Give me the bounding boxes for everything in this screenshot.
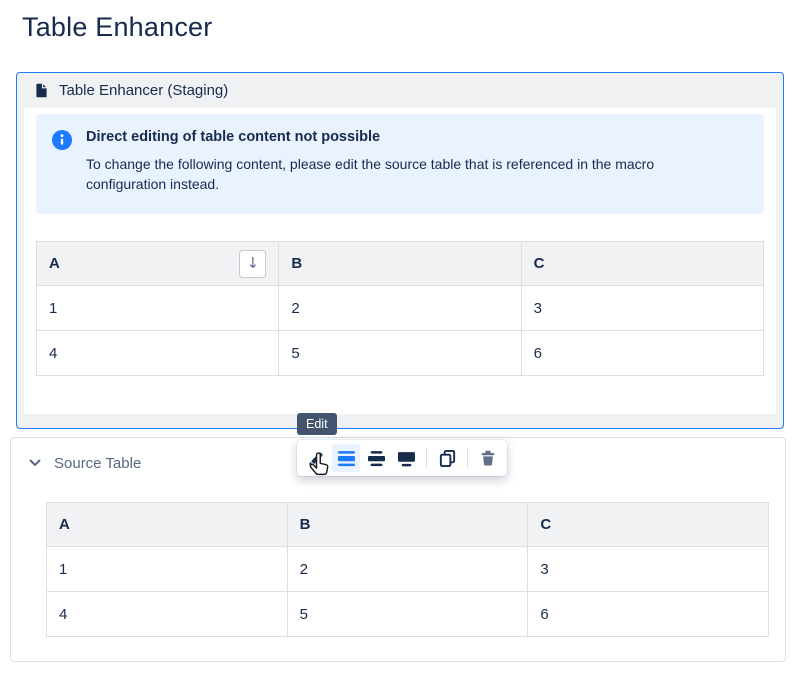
layout-full-width-button[interactable] <box>392 444 420 472</box>
staging-column-header-a: A ↓ <box>37 242 279 286</box>
staging-column-header-b: B <box>279 242 521 286</box>
delete-button[interactable] <box>474 444 502 472</box>
document-icon <box>33 82 50 99</box>
source-column-header-c[interactable]: C <box>528 503 769 547</box>
edit-tooltip: Edit <box>297 413 337 435</box>
staging-table-row: 1 2 3 <box>37 286 764 331</box>
staging-panel-title: Table Enhancer (Staging) <box>59 82 228 99</box>
toolbar-divider <box>426 448 427 468</box>
source-section-title: Source Table <box>54 455 141 472</box>
staging-cell: 2 <box>279 286 521 331</box>
source-table-row: 1 2 3 <box>47 547 769 592</box>
staging-column-header-c: C <box>521 242 763 286</box>
layout-center-icon <box>338 450 355 467</box>
source-column-header-b[interactable]: B <box>287 503 528 547</box>
source-cell[interactable]: 3 <box>528 547 769 592</box>
source-column-header-a[interactable]: A <box>47 503 288 547</box>
staging-table-row: 4 5 6 <box>37 331 764 376</box>
info-icon <box>52 129 86 199</box>
source-cell[interactable]: 4 <box>47 592 288 637</box>
staging-cell: 5 <box>279 331 521 376</box>
staging-macro-panel: Table Enhancer (Staging) Direct editing … <box>16 72 784 429</box>
layout-wide-button[interactable] <box>362 444 390 472</box>
layout-wide-icon <box>368 450 385 467</box>
table-enhancer-editor: Table Enhancer Table Enhancer (Staging) <box>0 0 800 677</box>
page-title: Table Enhancer <box>22 12 212 43</box>
layout-center-button[interactable] <box>332 444 360 472</box>
source-header-row: A B C <box>47 503 769 547</box>
trash-icon <box>479 449 497 467</box>
toolbar-divider <box>467 448 468 468</box>
source-table: A B C 1 2 3 4 5 6 <box>46 502 769 637</box>
column-label: A <box>49 255 60 272</box>
source-table-row: 4 5 6 <box>47 592 769 637</box>
source-cell[interactable]: 1 <box>47 547 288 592</box>
source-cell[interactable]: 2 <box>287 547 528 592</box>
sort-descending-button[interactable]: ↓ <box>239 250 266 278</box>
hand-cursor-icon <box>306 452 333 487</box>
staging-header-row: A ↓ B C <box>37 242 764 286</box>
staging-panel-body: Direct editing of table content not poss… <box>24 108 776 414</box>
staging-cell: 1 <box>37 286 279 331</box>
source-cell[interactable]: 5 <box>287 592 528 637</box>
staging-cell: 3 <box>521 286 763 331</box>
staging-cell: 4 <box>37 331 279 376</box>
chevron-down-icon <box>29 459 41 467</box>
source-section-toggle[interactable]: Source Table <box>29 452 141 474</box>
arrow-down-icon: ↓ <box>247 256 260 271</box>
layout-full-width-icon <box>398 450 415 467</box>
source-cell[interactable]: 6 <box>528 592 769 637</box>
banner-body: To change the following content, please … <box>86 154 722 194</box>
copy-button[interactable] <box>433 444 461 472</box>
staging-table: A ↓ B C 1 <box>36 241 764 376</box>
copy-icon <box>438 449 457 468</box>
banner-title: Direct editing of table content not poss… <box>86 129 748 145</box>
info-banner: Direct editing of table content not poss… <box>36 114 764 214</box>
staging-panel-header[interactable]: Table Enhancer (Staging) <box>17 73 783 108</box>
staging-cell: 6 <box>521 331 763 376</box>
